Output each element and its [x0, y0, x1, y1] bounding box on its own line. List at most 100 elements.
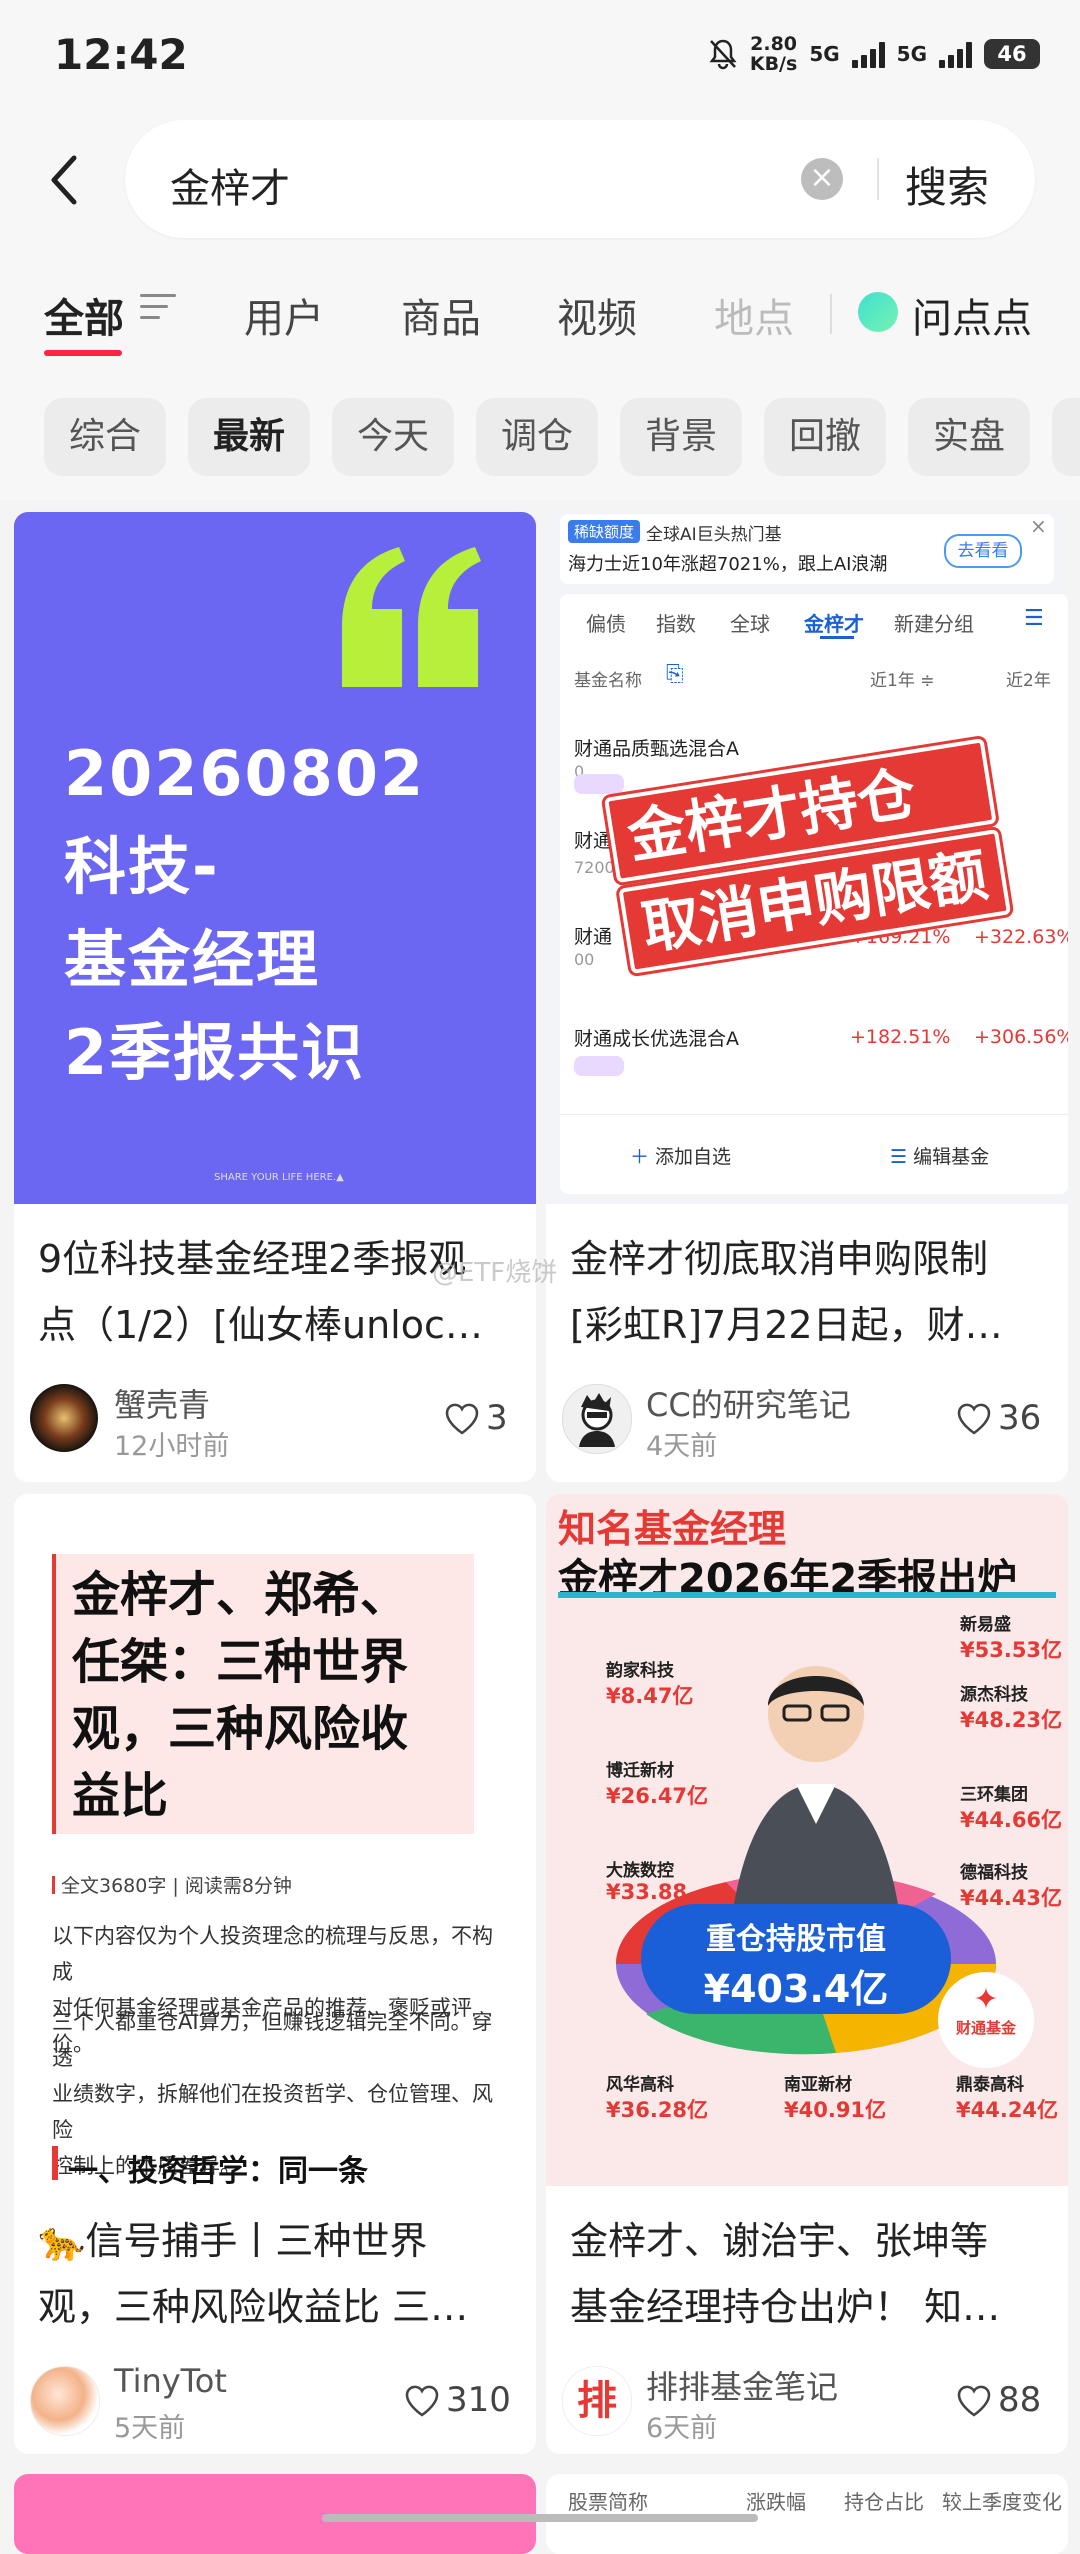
- search-input[interactable]: 金梓才: [170, 156, 290, 214]
- holding-name: 博迁新材: [606, 1761, 674, 1781]
- avatar[interactable]: 排: [562, 2366, 632, 2436]
- holding-value: ¥44.66亿: [960, 1808, 1063, 1832]
- peek-col: 股票简称: [568, 2490, 648, 2514]
- card-title: 金梓才、谢治宇、张坤等 基金经理持仓出炉！ 知…: [570, 2219, 1001, 2329]
- avatar[interactable]: [30, 2366, 100, 2436]
- note-card[interactable]: 稀缺额度 全球AI巨头热门基 海力士近10年涨超7021%，跟上AI浪潮 去看看…: [546, 512, 1068, 1482]
- filter-icon[interactable]: [140, 294, 176, 322]
- avatar[interactable]: [562, 1384, 632, 1454]
- holding-value: ¥40.91亿: [784, 2098, 887, 2122]
- note-card[interactable]: 20260802 科技- 基金经理 2季报共识 SHARE YOUR LIFE …: [14, 512, 536, 1482]
- holding-value: ¥44.43亿: [960, 1886, 1063, 1910]
- fund-return-2y: +306.56%: [974, 1026, 1068, 1048]
- like-button[interactable]: 36: [956, 1398, 1041, 1438]
- signal-bars-icon: [939, 40, 972, 68]
- ad-line2: 海力士近10年涨超7021%，跟上AI浪潮: [568, 554, 888, 575]
- author-name[interactable]: TinyTot: [114, 2362, 227, 2400]
- holding-value: ¥26.47亿: [606, 1784, 709, 1808]
- like-button[interactable]: 310: [404, 2380, 511, 2420]
- chip-live[interactable]: 实盘: [908, 398, 1030, 476]
- like-count: 3: [486, 1398, 508, 1438]
- like-count: 310: [446, 2380, 511, 2420]
- center-label: 重仓持股市值: [706, 1922, 886, 1957]
- ad-tag: 稀缺额度: [568, 520, 641, 543]
- tab-products[interactable]: 商品: [401, 286, 481, 344]
- col-header: 近1年 ≑: [870, 671, 935, 691]
- post-time: 6天前: [646, 2413, 718, 2444]
- signal-bars-icon: [851, 40, 885, 68]
- fund-name: 财通成长优选混合A: [574, 1028, 739, 1050]
- fund-tab: 全球: [730, 612, 770, 636]
- fund-badge: [574, 1056, 624, 1076]
- avatar[interactable]: [30, 1384, 98, 1452]
- like-button[interactable]: 88: [956, 2380, 1041, 2420]
- chip-today[interactable]: 今天: [332, 398, 454, 476]
- tab-videos[interactable]: 视频: [557, 286, 637, 344]
- holding-value: ¥53.53亿: [960, 1638, 1063, 1662]
- note-card[interactable]: 知名基金经理 金梓才2026年2季报出炉 重仓持股市值 ¥403.4亿 ✦ 财通基…: [546, 1494, 1068, 2454]
- center-value: ¥403.4亿: [703, 1967, 889, 2011]
- fund-tab: 新建分组: [894, 612, 974, 636]
- holding-value: ¥36.28亿: [606, 2098, 709, 2122]
- signal-label-2: 5G: [896, 42, 927, 66]
- status-bar: 12:42 2.80 KB/s 5G 5G 46: [0, 0, 1080, 110]
- chip-comprehensive[interactable]: 综合: [44, 398, 166, 476]
- copy-icon: ⎘: [666, 662, 684, 687]
- home-indicator[interactable]: [322, 2514, 758, 2522]
- tab-separator: [830, 294, 832, 334]
- author-name[interactable]: 排排基金笔记: [646, 2362, 838, 2408]
- search-box[interactable]: 金梓才 × 搜索: [125, 120, 1035, 238]
- chip-drawdown[interactable]: 回撤: [764, 398, 886, 476]
- tab-users[interactable]: 用户: [244, 286, 324, 344]
- divider: [560, 1114, 1068, 1115]
- cover-head1: 知名基金经理: [558, 1507, 787, 1551]
- tab-all[interactable]: 全部: [44, 286, 124, 344]
- clear-icon[interactable]: ×: [801, 158, 843, 200]
- search-button[interactable]: 搜索: [905, 154, 989, 215]
- holding-value: ¥33.88: [606, 1880, 688, 1904]
- peek-col: 持仓占比: [844, 2490, 924, 2514]
- chip-background[interactable]: 背景: [620, 398, 742, 476]
- card-title: 金梓才彻底取消申购限制 [彩虹R]7月22日起，财…: [570, 1237, 1003, 1347]
- status-icons: 2.80 KB/s 5G 5G 46: [708, 34, 1040, 74]
- active-tab-underline: [44, 350, 122, 356]
- holding-name: 韵家科技: [606, 1661, 674, 1681]
- signal-label-1: 5G: [809, 42, 840, 66]
- author-name[interactable]: 蟹壳青: [114, 1380, 210, 1426]
- card-cover: 稀缺额度 全球AI巨头热门基 海力士近10年涨超7021%，跟上AI浪潮 去看看…: [546, 512, 1068, 1204]
- fund-tab: 金梓才: [804, 612, 864, 636]
- fund-logo: ✦ 财通基金: [938, 1972, 1034, 2068]
- heart-icon: [957, 1403, 991, 1435]
- like-count: 36: [998, 1398, 1042, 1438]
- cover-footer: SHARE YOUR LIFE HERE.▲: [214, 1172, 344, 1183]
- tab-ask[interactable]: 问点点: [912, 286, 1032, 344]
- chip-more[interactable]: [1052, 398, 1080, 476]
- fund-badge: [574, 774, 624, 794]
- battery-icon: 46: [984, 39, 1040, 69]
- underline-bar: [558, 1592, 1056, 1598]
- holding-name: 南亚新材: [784, 2075, 852, 2095]
- chip-rebalance[interactable]: 调仓: [476, 398, 598, 476]
- ask-dot-icon: [858, 292, 898, 332]
- author-name[interactable]: CC的研究笔记: [646, 1380, 851, 1426]
- cover-heading: 金梓才、郑希、 任桀：三种世界 观，三种风险收 益比: [72, 1567, 409, 1824]
- holding-value: ¥48.23亿: [960, 1708, 1063, 1732]
- card-cover: 金梓才、郑希、 任桀：三种世界 观，三种风险收 益比 全文3680字 | 阅读需…: [14, 1494, 536, 2189]
- holding-value: ¥8.47亿: [606, 1684, 694, 1708]
- tab-places[interactable]: 地点: [714, 286, 794, 344]
- card-title: 9位科技基金经理2季报观 点（1/2）[仙女棒unloc…: [38, 1237, 483, 1347]
- peek-col: 较上季度变化: [942, 2490, 1062, 2514]
- peek-col: 涨跌幅: [746, 2490, 806, 2514]
- like-button[interactable]: 3: [444, 1398, 508, 1438]
- quote-mark-icon: [342, 547, 481, 687]
- fund-return-1y: +182.51%: [850, 1026, 951, 1048]
- mute-bell-icon: [709, 39, 737, 70]
- chip-latest[interactable]: 最新: [188, 398, 310, 476]
- subheading: 一、投资哲学：同一条: [68, 2154, 368, 2189]
- note-card[interactable]: 金梓才、郑希、 任桀：三种世界 观，三种风险收 益比 全文3680字 | 阅读需…: [14, 1494, 536, 2454]
- heart-icon: [957, 2385, 991, 2417]
- search-row: 金梓才 × 搜索: [0, 110, 1080, 250]
- back-arrow-icon[interactable]: [40, 150, 90, 210]
- post-time: 4天前: [646, 1431, 718, 1462]
- ad-banner: 稀缺额度 全球AI巨头热门基 海力士近10年涨超7021%，跟上AI浪潮 去看看…: [560, 514, 1054, 584]
